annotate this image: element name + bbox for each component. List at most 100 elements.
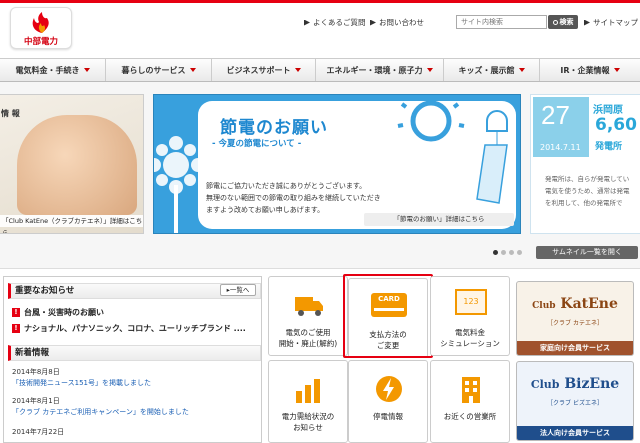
tile-start-stop[interactable]: 電気のご使用 開始・廃止(解約) — [268, 276, 348, 356]
caret-down-icon — [189, 68, 196, 72]
plant-number: 6,60 — [595, 115, 637, 135]
news-link[interactable]: 「クラブ カテエネご利用キャンペーン」を開始しました — [12, 407, 189, 417]
plant-body-line: 発電所は、自らが発電してい — [545, 175, 630, 183]
news-link[interactable]: 「技術開発ニュース151号」を掲載しました — [12, 378, 151, 388]
slide-body-line: 無理のない範囲での節電の取り組みを継続していただき — [206, 194, 381, 202]
club-band: 家庭向け会員サービス — [517, 341, 633, 355]
plant-body-line: 電気を使うため、通常は発電 — [545, 187, 630, 195]
news-date: 2014年8月1日 — [12, 397, 60, 405]
caret-down-icon — [518, 68, 525, 72]
carousel-dot[interactable] — [509, 250, 514, 255]
tile-label: 停電情報 — [349, 411, 427, 422]
nav-item-business[interactable]: ビジネスサポート — [212, 59, 316, 81]
slide-hamaoka[interactable]: 27 2014.7.11 浜岡原 6,60 発電所 発電所は、自らが発電してい … — [530, 94, 640, 234]
chubu-logo[interactable]: 中部電力 — [10, 7, 72, 49]
caret-down-icon — [426, 68, 433, 72]
monitor-icon: 123 — [455, 289, 487, 315]
carousel-dot[interactable] — [493, 250, 498, 255]
contact-link[interactable]: お問い合わせ — [370, 17, 424, 28]
sitemap-link[interactable]: サイトマップ — [584, 17, 638, 28]
thumbnail-list-button[interactable]: サムネイル一覧を開く — [536, 246, 638, 259]
date-badge: 27 2014.7.11 — [533, 97, 589, 157]
more-button-label: 一覧へ — [229, 286, 250, 294]
highlight-frame — [343, 274, 433, 358]
nav-item-ir[interactable]: IR・企業情報 — [540, 59, 640, 81]
club-band: 法人向け会員サービス — [517, 426, 633, 440]
tile-simulation[interactable]: 123 電気料金 シミュレーション — [430, 276, 510, 356]
arrow-right-icon — [304, 19, 310, 26]
plant-sub: 発電所 — [595, 142, 623, 152]
alert-icon: ! — [12, 324, 20, 333]
alert-text: ナショナル、パナソニック、コロナ、ユーリッチブランド .... — [24, 324, 246, 333]
nav-label: 電気料金・手続き — [15, 65, 80, 75]
club-bizene-banner[interactable]: Club BizEne ［クラブ ビズエネ］ 法人向け会員サービス — [516, 361, 634, 441]
arrow-right-icon — [584, 19, 590, 26]
slide-title: 節電のお願い — [220, 118, 328, 138]
logo-text: 中部電力 — [23, 37, 58, 47]
tile-outage-info[interactable]: 停電情報 — [348, 360, 428, 443]
tile-label-line: お知らせ — [293, 423, 323, 432]
tile-label-line: お近くの営業所 — [443, 412, 497, 421]
hero-carousel: 情 報 「Club KatEne（クラブカテエネ）」詳細はこちら 節電のお願い … — [0, 90, 640, 259]
caret-down-icon — [83, 68, 90, 72]
club-sub: ［クラブ ビズエネ］ — [547, 400, 603, 407]
slide-tag: 情 報 — [1, 109, 20, 118]
news-date: 2014年8月8日 — [12, 368, 60, 376]
tile-supply-demand[interactable]: 電力需給状況の お知らせ — [268, 360, 348, 443]
club-logo: Club KatEne — [517, 296, 633, 312]
screen-text: 123 — [463, 297, 479, 306]
slide-setsuden[interactable]: 節電のお願い - 今夏の節電について - 節電にご協力いただき誠にありがとうござ… — [153, 94, 521, 234]
tile-label-line: 開始・廃止(解約) — [278, 339, 338, 348]
carousel-dots — [493, 250, 522, 255]
slide-caption: 「Club KatEne（クラブカテエネ）」詳細はこちら — [0, 215, 143, 233]
arrow-right-icon — [370, 19, 376, 26]
search-button[interactable]: 検索 — [548, 15, 578, 29]
search-icon — [552, 19, 558, 25]
alert-item[interactable]: ! ナショナル、パナソニック、コロナ、ユーリッチブランド .... — [12, 323, 246, 334]
nav-item-living[interactable]: 暮らしのサービス — [106, 59, 212, 81]
slide-subtitle: - 今夏の節電について - — [212, 139, 302, 149]
nav-item-energy[interactable]: エネルギー・環境・原子力 — [316, 59, 444, 81]
contact-link-label: お問い合わせ — [379, 18, 424, 27]
lightning-icon — [376, 376, 402, 402]
tile-nearby-office[interactable]: お近くの営業所 — [430, 360, 510, 443]
tile-label: お近くの営業所 — [431, 411, 509, 422]
nav-label: IR・企業情報 — [560, 65, 610, 75]
latest-heading: 新着情報 — [8, 345, 261, 361]
header: 中部電力 よくあるご質問 お問い合わせ 検索 サイトマップ — [0, 0, 640, 58]
slide-detail-link[interactable]: 「節電のお願い」詳細はこちら — [364, 213, 514, 226]
tile-label-line: 電気のご使用 — [285, 328, 331, 337]
club-katene-banner[interactable]: Club KatEne ［クラブ カテエネ］ 家庭向け会員サービス — [516, 281, 634, 356]
news-panel: 重要なお知らせ ▸一覧へ ! 台風・災害時のお願い ! ナショナル、パナソニック… — [3, 276, 262, 443]
search-button-label: 検索 — [559, 18, 574, 26]
tile-label-line: 電力需給状況の — [281, 412, 335, 421]
nav-label: キッズ・展示館 — [458, 65, 515, 75]
nav-label: 暮らしのサービス — [121, 65, 186, 75]
logo-flame-icon — [32, 12, 49, 33]
bar-chart-icon — [296, 379, 320, 403]
club-logo-main: KatEne — [560, 296, 618, 312]
slide-body-line: ますよう改めてお願い申しあげます。 — [206, 206, 325, 214]
plant-body-line: を利用して、他の発電所で — [545, 199, 623, 207]
alert-icon: ! — [12, 308, 20, 317]
carousel-dot[interactable] — [517, 250, 522, 255]
nav-item-billing[interactable]: 電気料金・手続き — [0, 59, 106, 81]
club-sub: ［クラブ カテエネ］ — [547, 320, 603, 327]
nav-item-kids[interactable]: キッズ・展示館 — [444, 59, 540, 81]
caret-down-icon — [613, 68, 620, 72]
club-logo-prefix: Club — [530, 378, 560, 391]
alert-text: 台風・災害時のお願い — [24, 308, 104, 317]
club-logo-main: BizEne — [564, 376, 620, 392]
search-input[interactable] — [456, 15, 547, 29]
slide-clubkatene[interactable]: 情 報 「Club KatEne（クラブカテエネ）」詳細はこちら — [0, 94, 144, 234]
slide-body-line: 節電にご協力いただき誠にありがとうございます。 — [206, 182, 367, 190]
more-button[interactable]: ▸一覧へ — [220, 284, 256, 296]
faq-link[interactable]: よくあるご質問 — [304, 17, 366, 28]
alert-item[interactable]: ! 台風・災害時のお願い — [12, 307, 104, 318]
club-logo: Club BizEne — [517, 376, 633, 392]
page: 中部電力 よくあるご質問 お問い合わせ 検索 サイトマップ 電気料金・手続き 暮… — [0, 0, 640, 443]
club-logo-prefix: Club — [532, 301, 556, 311]
nav-label: エネルギー・環境・原子力 — [326, 65, 423, 75]
carousel-dot[interactable] — [501, 250, 506, 255]
truck-icon — [295, 297, 323, 316]
